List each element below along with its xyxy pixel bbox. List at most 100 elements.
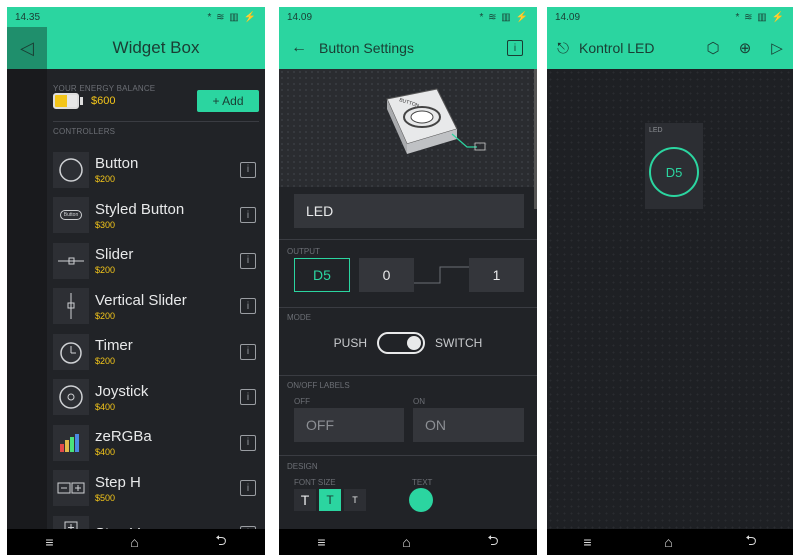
widget-label: LED	[649, 127, 663, 134]
info-icon[interactable]: i	[240, 343, 256, 360]
widget-price: $200	[95, 356, 116, 367]
widget-price: $400	[95, 447, 116, 458]
exit-icon[interactable]: ⎋	[547, 40, 579, 57]
led-button-widget[interactable]: LED D5	[645, 123, 703, 209]
play-icon[interactable]: ▷	[761, 39, 793, 57]
back-icon[interactable]: ⮌	[745, 530, 756, 554]
labels-caption: ON/OFF LABELS	[287, 381, 350, 390]
controllers-caption: CONTROLLERS	[53, 127, 116, 136]
add-energy-button[interactable]: + Add	[197, 90, 259, 112]
font-size-medium-button[interactable]: T	[319, 489, 341, 511]
energy-row: $600 + Add	[53, 89, 259, 113]
circle-icon	[53, 151, 89, 188]
status-icons: * ≋ ▥ ⚡	[735, 11, 785, 23]
energy-balance-value: 600	[97, 95, 116, 107]
widget-price: $200	[95, 265, 116, 276]
on-caption: ON	[413, 397, 425, 406]
output-pin-button[interactable]: D5	[294, 258, 350, 292]
widget-preview: BUTTON	[279, 69, 537, 187]
widget-item-joystick[interactable]: Joystick $400 i	[53, 375, 259, 421]
toggle-knob	[407, 336, 421, 350]
widget-item-styled-button[interactable]: Button Styled Button $300 i	[53, 193, 259, 239]
back-arrow-icon[interactable]: ←	[279, 39, 319, 57]
back-icon[interactable]: ⮌	[487, 530, 498, 554]
slider-icon	[53, 242, 89, 279]
divider	[53, 121, 259, 122]
mode-switch-label: SWITCH	[435, 336, 483, 350]
info-icon[interactable]: i	[240, 298, 256, 315]
divider	[279, 375, 537, 376]
widget-item-step-h[interactable]: Step H $500 i	[53, 466, 259, 512]
status-icons: * ≋ ▥ ⚡	[207, 11, 257, 23]
info-icon[interactable]: i	[240, 480, 256, 497]
status-time: 14.09	[555, 11, 581, 23]
mode-toggle[interactable]	[377, 332, 425, 354]
widget-list: Button $200 i Button Styled Button $300 i …	[53, 147, 259, 555]
widget-item-button[interactable]: Button $200 i	[53, 147, 259, 193]
home-icon[interactable]: ⌂	[402, 534, 410, 550]
app-header: ◁ Widget Box	[7, 27, 265, 69]
scrollbar[interactable]	[534, 69, 537, 209]
back-icon[interactable]: ⮌	[215, 530, 226, 554]
back-arrow-icon: ◁	[20, 37, 34, 58]
divider	[279, 307, 537, 308]
widget-name: Vertical Slider	[95, 291, 187, 309]
info-icon[interactable]: i	[240, 389, 256, 406]
divider	[279, 239, 537, 240]
widget-name: Joystick	[95, 382, 149, 400]
font-size-small-button[interactable]: T	[344, 489, 366, 511]
info-icon[interactable]: i	[240, 161, 256, 178]
home-icon[interactable]: ⌂	[664, 534, 672, 550]
status-bar: 14.09 * ≋ ▥ ⚡	[547, 7, 793, 27]
widget-item-vertical-slider[interactable]: Vertical Slider $200 i	[53, 284, 259, 330]
energy-balance: $600	[91, 95, 116, 107]
project-canvas[interactable]: LED D5	[547, 69, 793, 529]
menu-icon[interactable]: ≡	[583, 534, 591, 550]
page-title: Button Settings	[319, 40, 414, 56]
on-label-field[interactable]: ON	[413, 408, 524, 442]
battery-icon	[53, 93, 79, 109]
font-size-caption: FONT SIZE	[294, 478, 336, 487]
output-high-field[interactable]: 1	[469, 258, 524, 292]
battery-tip	[80, 97, 83, 105]
home-icon[interactable]: ⌂	[130, 534, 138, 550]
project-title: Kontrol LED	[579, 40, 655, 56]
text-color-swatch[interactable]	[409, 488, 433, 512]
zergba-icon	[53, 424, 89, 461]
status-bar: 14.09 * ≋ ▥ ⚡	[279, 7, 537, 27]
menu-icon[interactable]: ≡	[45, 534, 53, 550]
led-pin-button[interactable]: D5	[649, 147, 699, 197]
info-icon[interactable]: i	[240, 252, 256, 269]
back-button[interactable]: ◁	[7, 27, 47, 69]
output-low-field[interactable]: 0	[359, 258, 414, 292]
styled-button-icon: Button	[53, 197, 89, 234]
widget-item-timer[interactable]: Timer $200 i	[53, 329, 259, 375]
add-widget-icon[interactable]: ⊕	[729, 39, 761, 57]
widget-name: Step H	[95, 473, 141, 491]
page-title: Widget Box	[112, 38, 200, 57]
widget-item-zergba[interactable]: zeRGBa $400 i	[53, 420, 259, 466]
widget-price: $300	[95, 219, 116, 230]
info-icon[interactable]: i	[507, 40, 523, 56]
settings-hexagon-icon[interactable]: ⬡	[697, 39, 729, 57]
joystick-icon	[53, 379, 89, 416]
android-nav-bar: ≡ ⌂ ⮌	[547, 529, 793, 555]
button-settings-screen: 14.09 * ≋ ▥ ⚡ ← Button Settings i BUTTON…	[279, 7, 537, 555]
widget-price: $500	[95, 492, 116, 503]
mode-push-label: PUSH	[333, 336, 367, 350]
off-label-field[interactable]: OFF	[294, 408, 404, 442]
step-h-icon	[53, 470, 89, 507]
font-size-large-button[interactable]: T	[294, 489, 316, 511]
info-icon[interactable]: i	[240, 207, 256, 224]
status-time: 14.09	[287, 11, 313, 23]
app-header: ⎋ Kontrol LED ⬡ ⊕ ▷	[547, 27, 793, 69]
widget-item-slider[interactable]: Slider $200 i	[53, 238, 259, 284]
widget-name-field[interactable]: LED	[294, 194, 524, 228]
status-icons: * ≋ ▥ ⚡	[479, 11, 529, 23]
vertical-slider-icon	[53, 288, 89, 325]
info-icon[interactable]: i	[240, 434, 256, 451]
menu-icon[interactable]: ≡	[317, 534, 325, 550]
mode-row: PUSH SWITCH	[279, 332, 537, 354]
status-time: 14.35	[15, 11, 41, 23]
timer-icon	[53, 333, 89, 370]
